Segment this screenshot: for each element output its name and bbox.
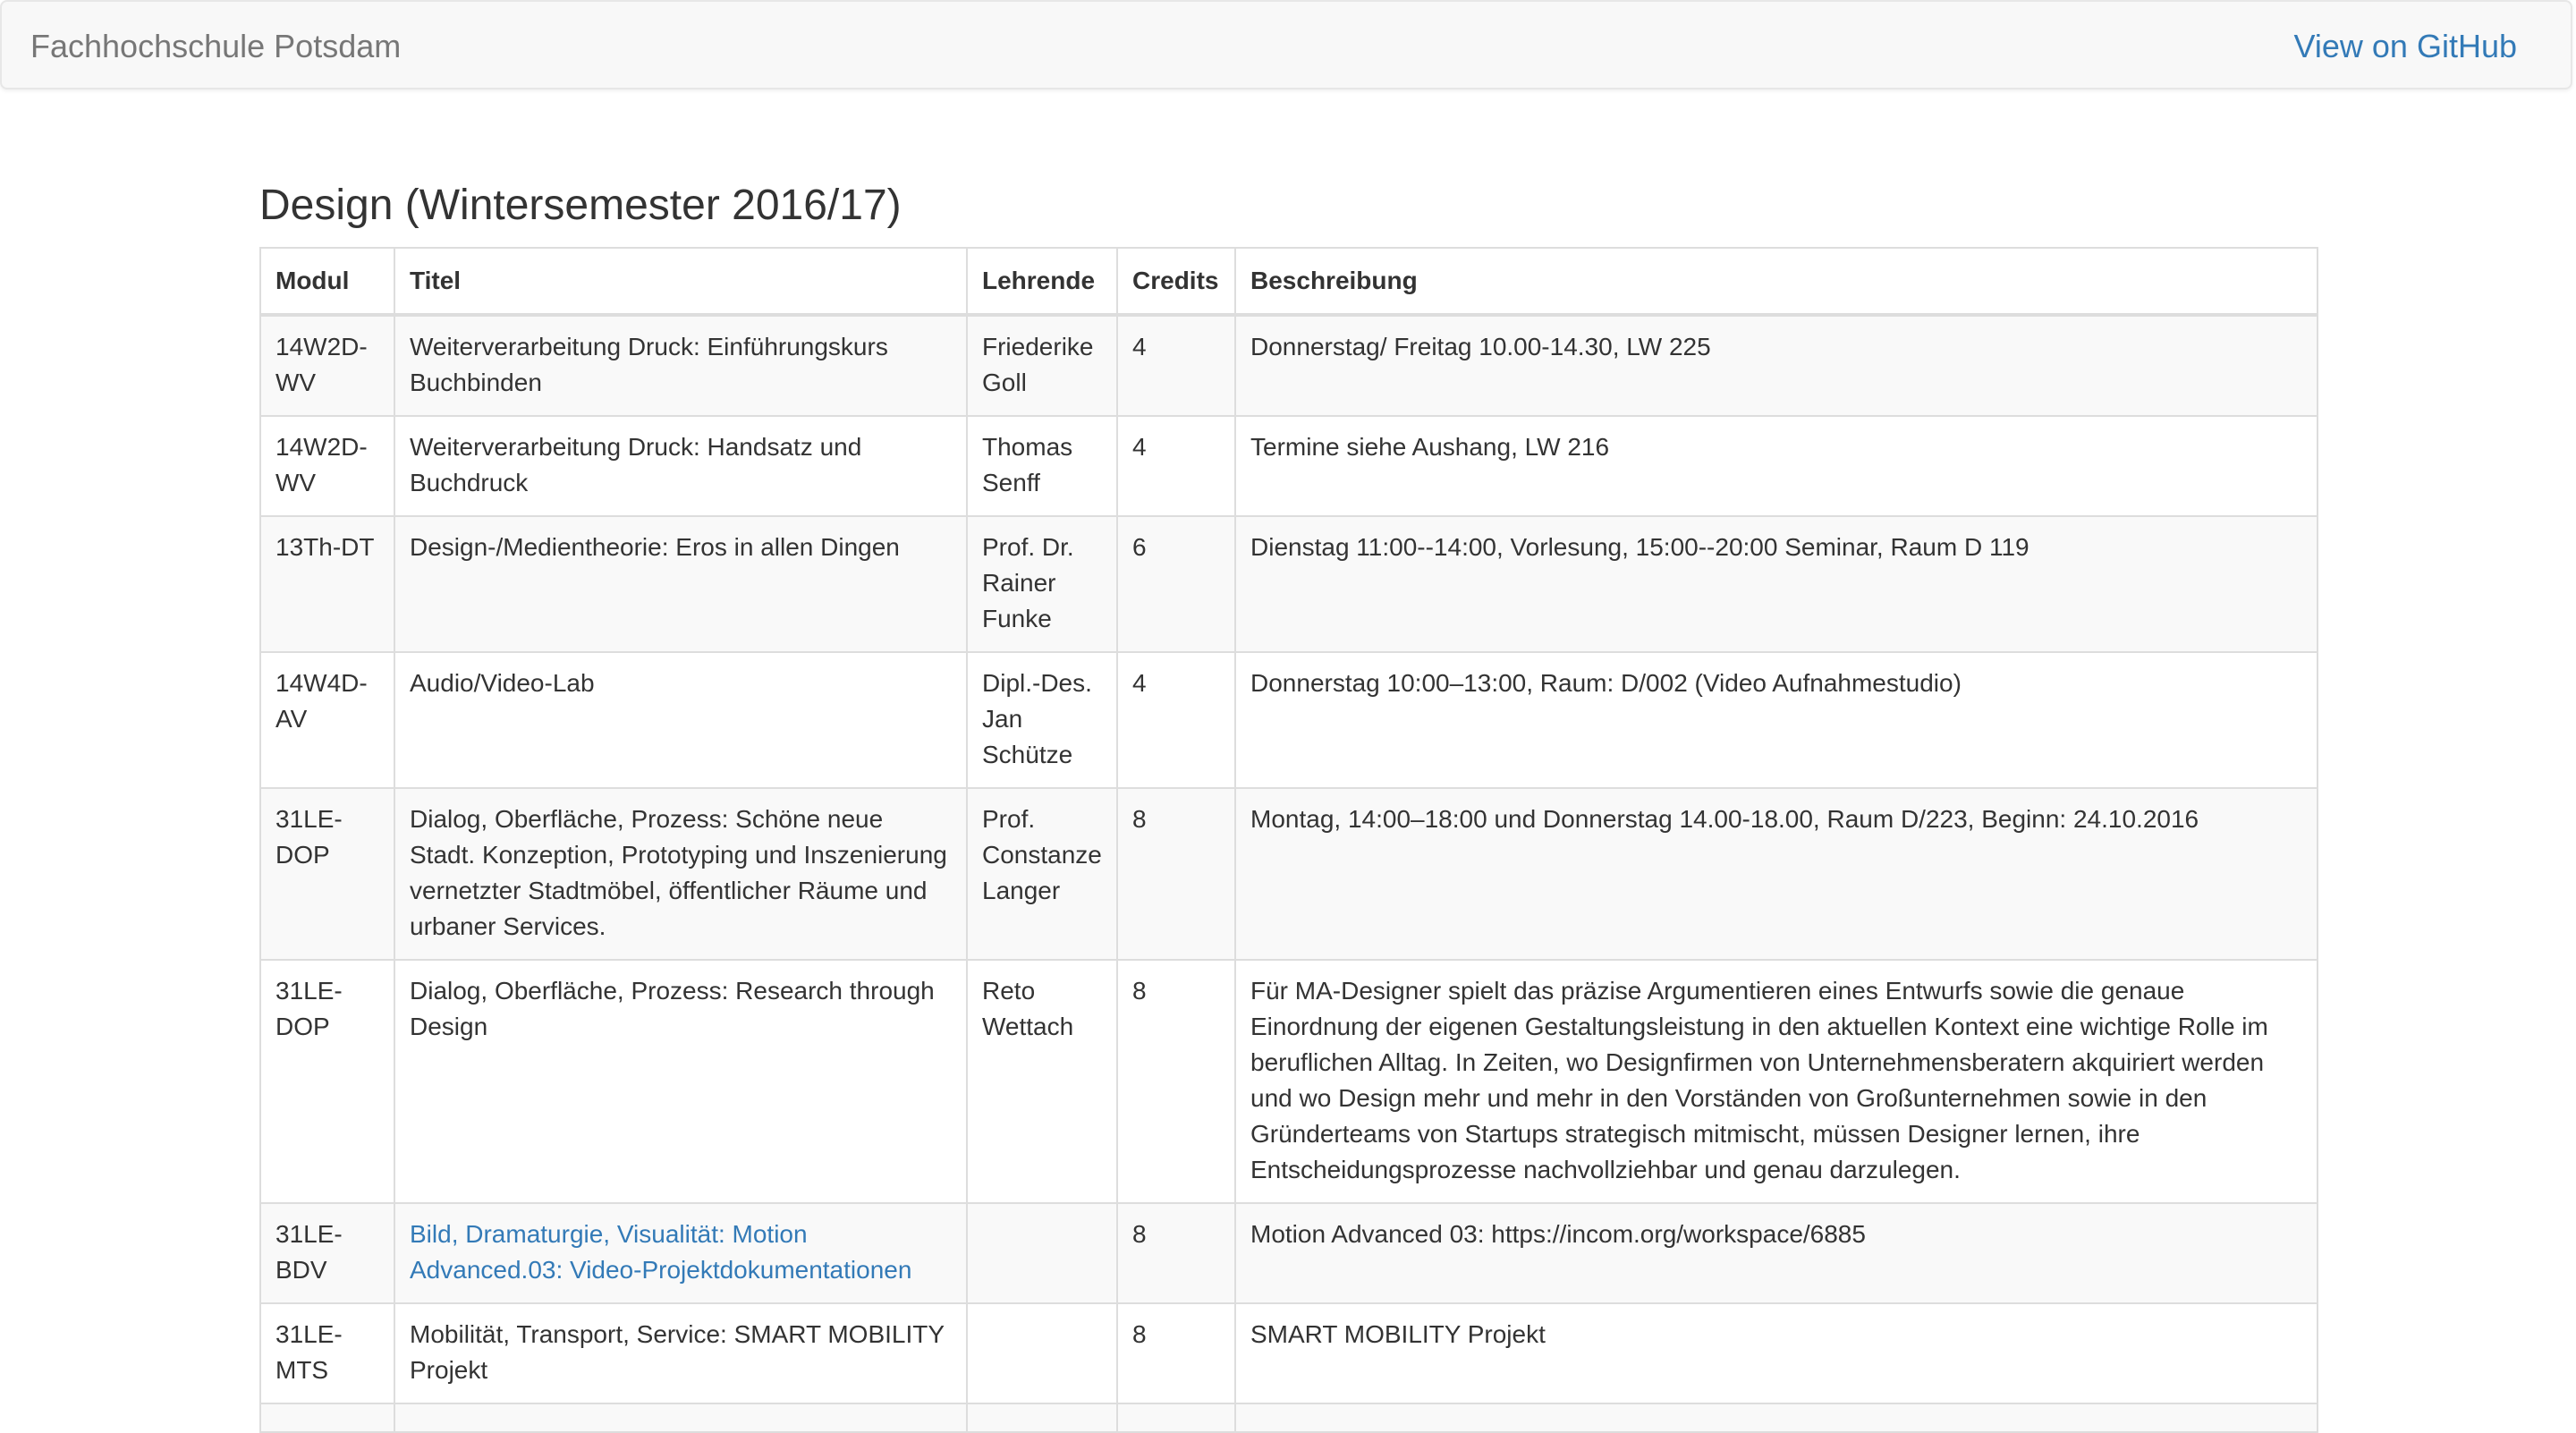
cell-beschreibung: Dienstag 11:00--14:00, Vorlesung, 15:00-… [1234, 515, 2318, 653]
cell-beschreibung: Donnerstag/ Freitag 10.00-14.30, LW 225 [1234, 314, 2318, 417]
table-row [259, 1403, 2318, 1433]
cell-lehrende [966, 1403, 1118, 1433]
header-lehrende: Lehrende [966, 247, 1118, 317]
table-row: 31LE-DOP Dialog, Oberfläche, Prozess: Sch… [259, 787, 2318, 961]
header-titel: Titel [394, 247, 968, 317]
table-body: 14W2D-WV Weiterverarbeitung Druck: Einfüh… [259, 314, 2318, 1433]
cell-credits: 8 [1116, 1202, 1236, 1304]
cell-titel: Design-/Medientheorie: Eros in allen Din… [394, 515, 968, 653]
table-row: 14W2D-WV Weiterverarbeitung Druck: Einfüh… [259, 314, 2318, 417]
cell-beschreibung [1234, 1403, 2318, 1433]
cell-lehrende [966, 1302, 1118, 1404]
cell-credits [1116, 1403, 1236, 1433]
cell-beschreibung: Donnerstag 10:00–13:00, Raum: D/002 (Vid… [1234, 651, 2318, 789]
cell-credits: 8 [1116, 787, 1236, 961]
table-row: 14W4D-AV Audio/Video-Lab Dipl.-Des. Jan Sc… [259, 651, 2318, 789]
cell-modul [259, 1403, 395, 1433]
cell-beschreibung: SMART MOBILITY Projekt [1234, 1302, 2318, 1404]
cell-titel: Bild, Dramaturgie, Visualität: Motion Ad… [394, 1202, 968, 1304]
header-beschreibung: Beschreibung [1234, 247, 2318, 317]
cell-lehrende: Prof. Dr. Rainer Funke [966, 515, 1118, 653]
cell-titel: Weiterverarbeitung Druck: Handsatz und B… [394, 415, 968, 517]
header-credits: Credits [1116, 247, 1236, 317]
cell-lehrende: Reto Wettach [966, 959, 1118, 1204]
cell-modul: 14W2D-WV [259, 415, 395, 517]
cell-lehrende: Dipl.-Des. Jan Schütze [966, 651, 1118, 789]
header-modul: Modul [259, 247, 395, 317]
course-title-link[interactable]: Bild, Dramaturgie, Visualität: Motion Ad… [410, 1220, 911, 1284]
cell-beschreibung: Für MA-Designer spielt das präzise Argum… [1234, 959, 2318, 1204]
cell-beschreibung: Montag, 14:00–18:00 und Donnerstag 14.00… [1234, 787, 2318, 961]
cell-modul: 31LE-DOP [259, 959, 395, 1204]
cell-credits: 8 [1116, 1302, 1236, 1404]
cell-lehrende [966, 1202, 1118, 1304]
cell-modul: 14W2D-WV [259, 314, 395, 417]
cell-beschreibung: Termine siehe Aushang, LW 216 [1234, 415, 2318, 517]
table-row: 31LE-MTS Mobilität, Transport, Service: S… [259, 1302, 2318, 1404]
cell-modul: 13Th-DT [259, 515, 395, 653]
cell-titel: Mobilität, Transport, Service: SMART MOB… [394, 1302, 968, 1404]
table-row: 13Th-DT Design-/Medientheorie: Eros in al… [259, 515, 2318, 653]
cell-beschreibung: Motion Advanced 03: https://incom.org/wo… [1234, 1202, 2318, 1304]
table-row: 14W2D-WV Weiterverarbeitung Druck: Handsa… [259, 415, 2318, 517]
view-on-github-link[interactable]: View on GitHub [2294, 27, 2517, 66]
table-row: 31LE-DOP Dialog, Oberfläche, Prozess: Res… [259, 959, 2318, 1204]
cell-credits: 4 [1116, 415, 1236, 517]
brand-name[interactable]: Fachhochschule Potsdam [30, 27, 401, 66]
table-header-row: Modul Titel Lehrende Credits Beschreibun… [259, 247, 2318, 317]
cell-titel: Weiterverarbeitung Druck: Einführungskur… [394, 314, 968, 417]
cell-lehrende: Prof. Constanze Langer [966, 787, 1118, 961]
table-row: 31LE-BDV Bild, Dramaturgie, Visualität: M… [259, 1202, 2318, 1304]
cell-lehrende: Friederike Goll [966, 314, 1118, 417]
cell-modul: 31LE-DOP [259, 787, 395, 961]
cell-credits: 6 [1116, 515, 1236, 653]
cell-titel [394, 1403, 968, 1433]
cell-modul: 31LE-MTS [259, 1302, 395, 1404]
cell-credits: 8 [1116, 959, 1236, 1204]
cell-lehrende: Thomas Senff [966, 415, 1118, 517]
cell-modul: 31LE-BDV [259, 1202, 395, 1304]
top-navbar: Fachhochschule Potsdam View on GitHub [0, 0, 2572, 89]
cell-titel: Dialog, Oberfläche, Prozess: Research th… [394, 959, 968, 1204]
cell-credits: 4 [1116, 314, 1236, 417]
cell-titel: Audio/Video-Lab [394, 651, 968, 789]
courses-table: Modul Titel Lehrende Credits Beschreibun… [259, 247, 2318, 1433]
cell-modul: 14W4D-AV [259, 651, 395, 789]
cell-titel: Dialog, Oberfläche, Prozess: Schöne neue… [394, 787, 968, 961]
cell-credits: 4 [1116, 651, 1236, 789]
courses-table-container: Modul Titel Lehrende Credits Beschreibun… [259, 247, 2318, 1433]
page-title: Design (Wintersemester 2016/17) [259, 182, 902, 229]
